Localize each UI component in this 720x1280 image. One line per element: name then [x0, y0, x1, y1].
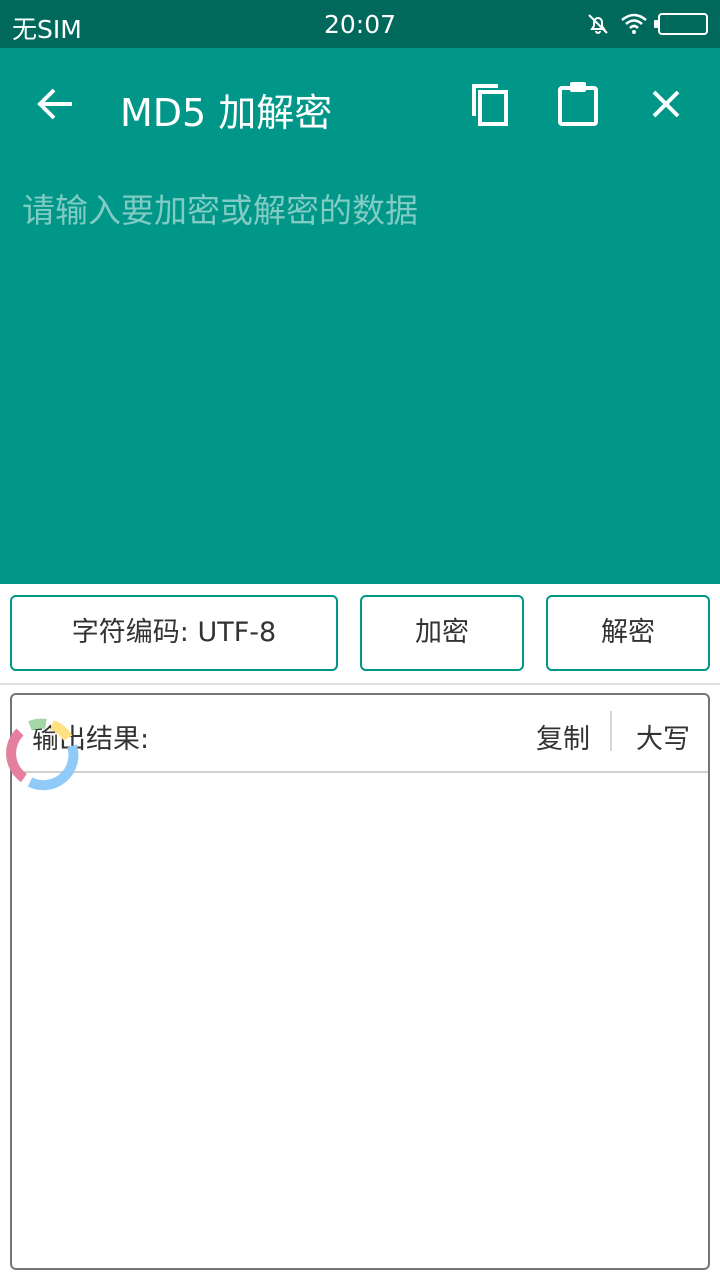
- encoding-button[interactable]: 字符编码: UTF-8: [10, 595, 338, 671]
- output-header: 输出结果: 复制 大写: [12, 695, 708, 773]
- divider: [0, 683, 720, 685]
- header-separator: [610, 711, 612, 751]
- output-content: [12, 775, 708, 1268]
- page-title: MD5 加解密: [120, 91, 333, 135]
- wifi-icon: [621, 13, 647, 34]
- copy-output-button[interactable]: 复制: [536, 717, 590, 756]
- uppercase-button[interactable]: 大写: [636, 717, 690, 756]
- data-input[interactable]: [0, 160, 720, 584]
- decrypt-button[interactable]: 解密: [546, 595, 710, 671]
- mute-bell-icon: [588, 14, 608, 34]
- status-bar: 无SIM 20:07: [0, 0, 720, 48]
- battery-icon: [654, 13, 708, 35]
- status-icons: [586, 12, 708, 36]
- back-arrow-icon[interactable]: [30, 78, 82, 130]
- copy-icon[interactable]: [464, 78, 516, 130]
- loading-spinner-icon: [6, 718, 79, 791]
- clipboard-icon[interactable]: [552, 78, 604, 130]
- close-icon[interactable]: [640, 78, 692, 130]
- app-bar: MD5 加解密: [0, 48, 720, 160]
- input-area: [0, 160, 720, 584]
- encrypt-button[interactable]: 加密: [360, 595, 524, 671]
- output-panel: 输出结果: 复制 大写: [6, 693, 710, 1270]
